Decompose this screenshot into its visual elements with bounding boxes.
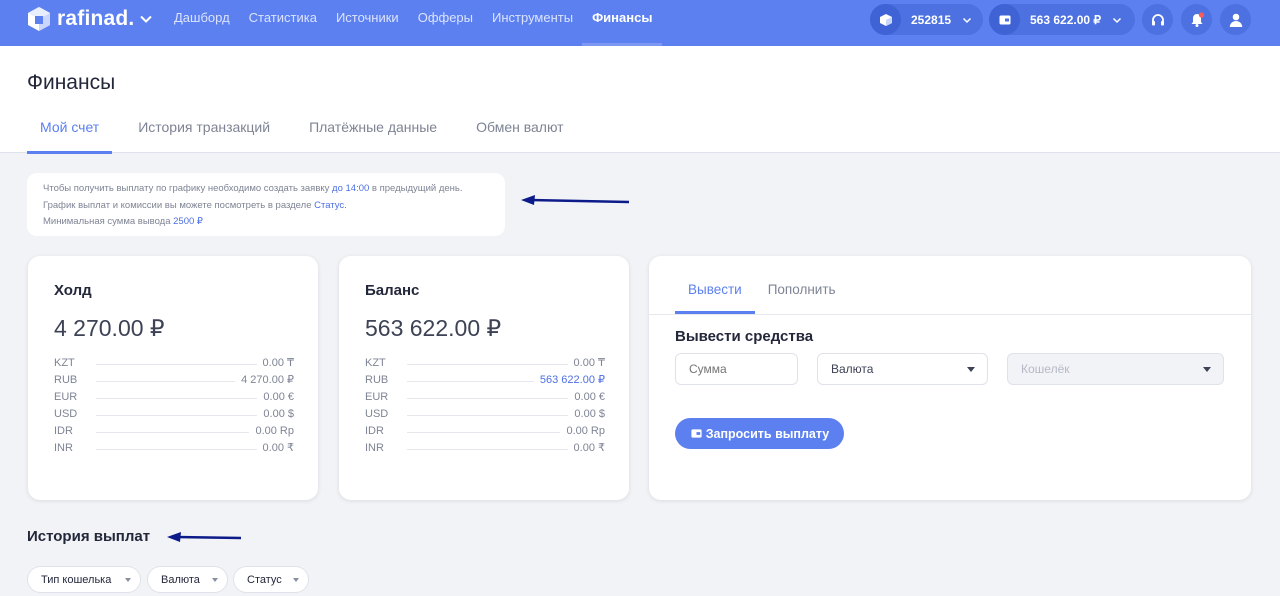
notice-line-2: График выплат и комиссии вы можете посмо… [43,199,347,211]
annotation-arrow-left-icon [521,195,630,205]
brand-logo[interactable]: rafinad. [26,6,153,32]
caret-down-icon [293,578,299,582]
nav-item-finance[interactable]: Финансы [582,0,663,46]
tab-currency-exchange[interactable]: Обмен валют [463,110,576,154]
list-item: EUR 0.00 € [365,391,605,403]
wallet-icon [691,429,702,438]
list-item: IDR 0.00 Rp [365,425,605,437]
notifications-button[interactable] [1181,4,1212,35]
annotation-arrow-left-icon [167,532,242,542]
wallet-icon [989,4,1020,35]
balance-total: 563 622.00 ₽ [365,315,502,341]
chevron-down-icon [963,17,972,23]
currency-select-label: Валюта [831,362,874,376]
header-balance: 563 622.00 ₽ [1030,12,1102,27]
profile-button[interactable] [1220,4,1251,35]
headset-icon [1151,13,1164,25]
currency-select[interactable]: Валюта [817,353,988,385]
caret-down-icon [212,578,218,582]
caret-down-icon [967,367,975,372]
list-item: KZT 0.00 ₸ [54,357,294,369]
balance-card: Баланс 563 622.00 ₽ KZT 0.00 ₸ RUB 563 622… [339,256,629,500]
wallet-select-label: Кошелёк [1021,362,1070,376]
bell-icon [1191,11,1204,27]
caret-down-icon [1203,367,1211,372]
notice-line-1: Чтобы получить выплату по графику необхо… [43,183,463,194]
account-id: 252815 [911,12,952,27]
nav-item-tools[interactable]: Инструменты [492,0,573,46]
page-header: Финансы Мой счет История транзакций Плат… [0,46,1280,154]
list-item: RUB 4 270.00 ₽ [54,374,294,386]
status-link[interactable]: Статус. [314,200,347,211]
list-item: IDR 0.00 Rp [54,425,294,437]
finance-tabs: Мой счет История транзакций Платёжные да… [27,110,590,154]
list-item: KZT 0.00 ₸ [365,357,605,369]
nav-item-statistics[interactable]: Статистика [249,0,317,46]
page-title: Финансы [27,71,116,94]
list-item: USD 0.00 $ [365,408,605,420]
chevron-down-icon[interactable] [139,12,153,26]
hold-card: Холд 4 270.00 ₽ KZT 0.00 ₸ RUB 4 270.00 ₽ … [28,256,318,500]
filter-currency[interactable]: Валюта [147,566,228,593]
caret-down-icon [125,578,131,582]
hold-title: Холд [54,282,92,299]
min-amount: 2500 ₽ [173,216,203,227]
request-payout-button[interactable]: Запросить выплату [675,418,844,449]
balance-currency-list: KZT 0.00 ₸ RUB 563 622.00 ₽ EUR 0.00 € USD 0… [365,352,605,454]
hold-currency-list: KZT 0.00 ₸ RUB 4 270.00 ₽ EUR 0.00 € USD 0.0… [54,352,294,454]
nav-item-dashboard[interactable]: Дашборд [174,0,230,46]
hold-total: 4 270.00 ₽ [54,315,165,341]
withdraw-tabs: Вывести Пополнить [675,256,849,314]
notice-line-3: Минимальная сумма вывода 2500 ₽ [43,216,203,227]
tab-withdraw[interactable]: Вывести [675,256,755,314]
filter-status[interactable]: Статус [233,566,309,593]
balance-dropdown[interactable]: 563 622.00 ₽ [989,4,1135,35]
tab-transaction-history[interactable]: История транзакций [125,110,283,154]
amount-input[interactable] [689,362,797,376]
nav-item-offers[interactable]: Офферы [418,0,473,46]
chevron-down-icon [1113,17,1122,23]
support-button[interactable] [1142,4,1173,35]
tab-deposit[interactable]: Пополнить [755,256,849,314]
list-item: EUR 0.00 € [54,391,294,403]
list-item: RUB 563 622.00 ₽ [365,374,605,386]
list-item: INR 0.00 ₹ [54,442,294,454]
withdraw-title: Вывести средства [675,328,814,345]
deadline-time: до 14:00 [332,183,370,194]
nav-item-sources[interactable]: Источники [336,0,399,46]
list-item: USD 0.00 $ [54,408,294,420]
account-id-dropdown[interactable]: 252815 [870,4,983,35]
withdraw-card: Вывести Пополнить Вывести средства Валют… [649,256,1251,500]
payout-notice: Чтобы получить выплату по графику необхо… [27,173,505,236]
balance-title: Баланс [365,282,420,299]
tab-my-account[interactable]: Мой счет [27,110,113,154]
filter-wallet-type[interactable]: Тип кошелька [27,566,141,593]
payout-history-title: История выплат [27,528,151,545]
top-navbar: rafinad. Дашборд Статистика Источники Оф… [0,0,1280,46]
cube-logo-icon [28,7,50,31]
wallet-select[interactable]: Кошелёк [1007,353,1224,385]
brand-name: rafinad. [57,7,135,30]
list-item: INR 0.00 ₹ [365,442,605,454]
tab-payment-details[interactable]: Платёжные данные [296,110,450,154]
cube-account-icon [870,4,901,35]
user-icon [1229,13,1242,27]
divider [649,314,1251,315]
amount-field [675,353,798,385]
main-nav: Дашборд Статистика Источники Офферы Инст… [174,0,671,46]
